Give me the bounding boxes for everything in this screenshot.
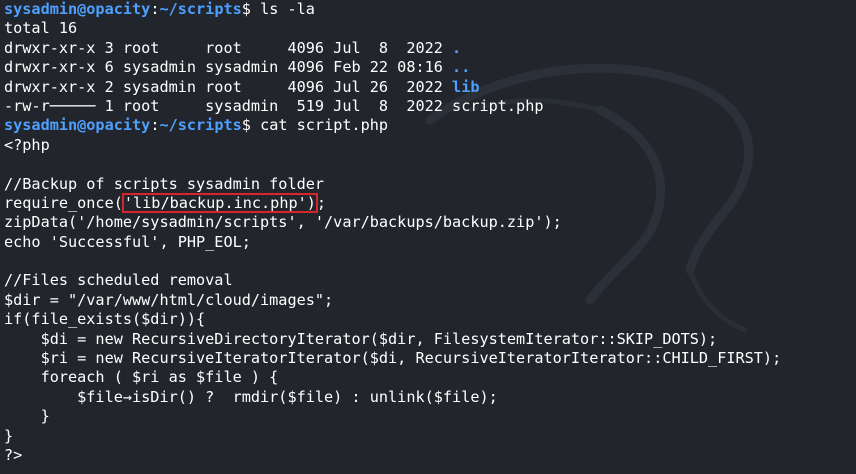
php-require-suffix: ;	[316, 193, 327, 212]
command-ls: ls -la	[250, 0, 315, 18]
prompt-user-host: sysadmin@opacity	[4, 0, 151, 18]
php-comment-backup: //Backup of scripts sysadmin folder	[4, 174, 325, 193]
ls-row-meta: -rw-r───── 1 root sysadmin 519 Jul 8 202…	[4, 96, 453, 115]
ls-row-name: ..	[452, 58, 471, 77]
ls-row: drwxr-xr-x 3 root root 4096 Jul 8 2022 .	[4, 39, 856, 58]
ls-row: -rw-r───── 1 root sysadmin 519 Jul 8 202…	[4, 97, 856, 116]
php-isdir-line: $file→isDir() ? rmdir($file) : unlink($f…	[4, 387, 498, 406]
ls-row-meta: drwxr-xr-x 2 sysadmin root 4096 Jul 26 2…	[4, 77, 453, 96]
prompt-dollar: $	[241, 116, 251, 135]
php-close-inner: }	[4, 407, 50, 426]
ls-row-name: lib	[452, 77, 480, 96]
prompt-dollar: $	[241, 0, 251, 18]
php-comment-removal: //Files scheduled removal	[4, 271, 233, 290]
php-require-prefix: require_once(	[4, 193, 123, 212]
ls-row: drwxr-xr-x 2 sysadmin root 4096 Jul 26 2…	[4, 78, 856, 97]
php-di-line: $di = new RecursiveDirectoryIterator($di…	[4, 329, 718, 348]
prompt-user-host: sysadmin@opacity	[4, 116, 151, 135]
php-close-outer: }	[4, 426, 14, 445]
php-foreach-line: foreach ( $ri as $file ) {	[4, 368, 279, 387]
ls-row-name: .	[452, 38, 462, 57]
php-zip-line: zipData('/home/sysadmin/scripts', '/var/…	[4, 213, 562, 232]
ls-total: total 16	[4, 19, 78, 38]
php-ri-line: $ri = new RecursiveIteratorIterator($di,…	[4, 349, 782, 368]
prompt-line-cat: sysadmin@opacity:~/scripts$ cat script.p…	[4, 116, 856, 135]
prompt-line-ls: sysadmin@opacity:~/scripts$ ls -la	[4, 0, 856, 19]
ls-row-meta: drwxr-xr-x 3 root root 4096 Jul 8 2022	[4, 38, 453, 57]
command-cat: cat script.php	[250, 116, 389, 135]
php-dir-line: $dir = "/var/www/html/cloud/images";	[4, 290, 334, 309]
ls-row-meta: drwxr-xr-x 6 sysadmin sysadmin 4096 Feb …	[4, 58, 453, 77]
php-open-tag: <?php	[4, 135, 50, 154]
prompt-path: ~/scripts	[159, 0, 242, 18]
php-echo-line: echo 'Successful', PHP_EOL;	[4, 232, 251, 251]
terminal-output: sysadmin@opacity:~/scripts$ ls -la total…	[4, 0, 856, 465]
ls-row-name: script.php	[452, 96, 544, 115]
php-close-tag: ?>	[4, 445, 23, 464]
php-if-line: if(file_exists($dir)){	[4, 310, 206, 329]
prompt-path: ~/scripts	[159, 116, 242, 135]
php-require-line: require_once('lib/backup.inc.php');	[4, 192, 856, 213]
highlighted-require-path: 'lib/backup.inc.php')	[121, 192, 318, 213]
ls-row: drwxr-xr-x 6 sysadmin sysadmin 4096 Feb …	[4, 58, 856, 77]
terminal-window[interactable]: sysadmin@opacity:~/scripts$ ls -la total…	[0, 0, 856, 474]
